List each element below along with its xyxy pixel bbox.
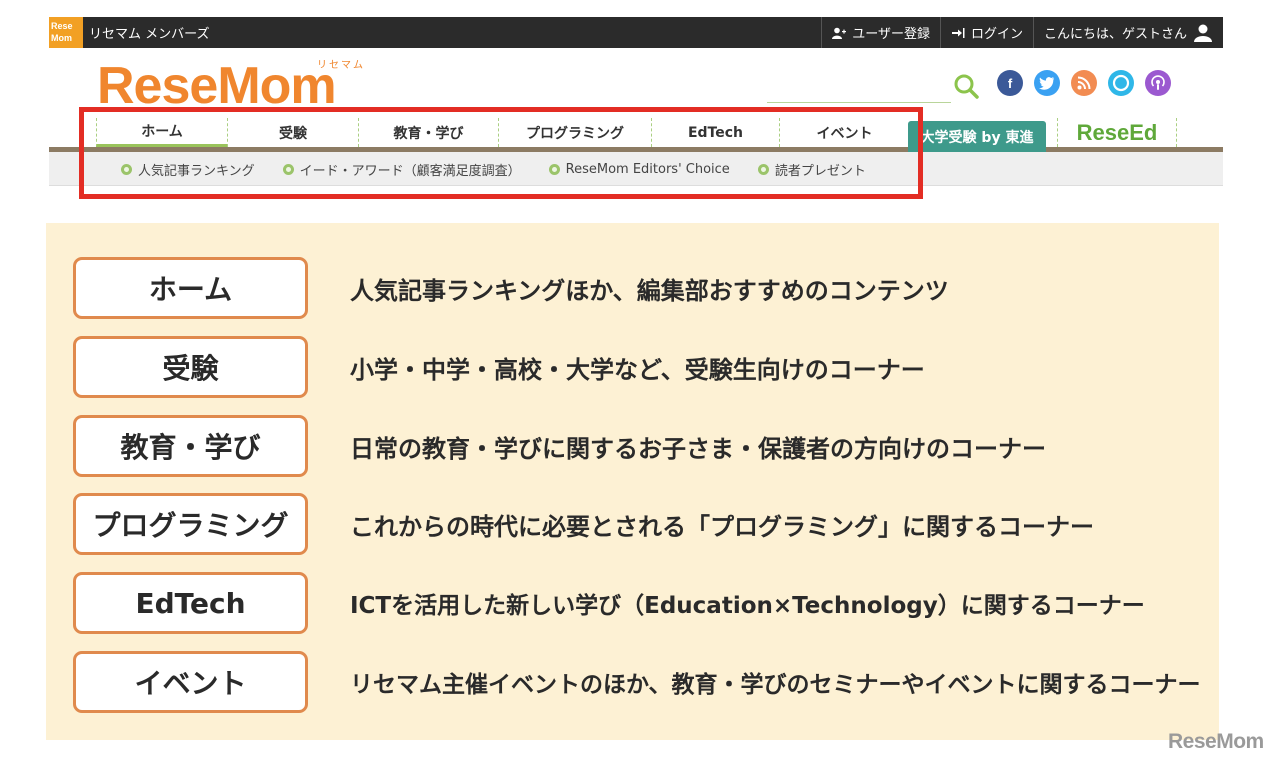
login-icon xyxy=(951,27,965,38)
desc-education: 日常の教育・学びに関するお子さま・保護者の方向けのコーナー xyxy=(350,434,1046,463)
user-avatar-icon xyxy=(1194,24,1212,42)
login-link[interactable]: ログイン xyxy=(939,17,1033,48)
label-exam: 受験 xyxy=(73,336,308,398)
nav-reseed-logo[interactable]: ReseEd xyxy=(1057,118,1177,147)
register-label: ユーザー登録 xyxy=(852,27,930,42)
search-input[interactable] xyxy=(767,102,951,103)
alexa-icon[interactable] xyxy=(1108,70,1134,96)
desc-programming: これからの時代に必要とされる「プログラミング」に関するコーナー xyxy=(350,512,1094,541)
register-link[interactable]: ユーザー登録 xyxy=(821,17,940,48)
desc-event: リセマム主催イベントのほか、教育・学びのセミナーやイベントに関するコーナー xyxy=(350,672,1201,698)
desc-exam: 小学・中学・高校・大学など、受験生向けのコーナー xyxy=(350,355,925,384)
label-programming: プログラミング xyxy=(73,493,308,555)
rss-icon[interactable] xyxy=(1071,70,1097,96)
guest-greeting[interactable]: こんにちは、ゲストさん xyxy=(1032,17,1223,48)
members-site-name[interactable]: リセマム メンバーズ xyxy=(89,23,209,42)
desc-edtech: ICTを活用した新しい学び（Education×Technology）に関するコ… xyxy=(350,593,1145,619)
greeting-text: こんにちは、ゲストさん xyxy=(1043,27,1187,42)
members-logo[interactable]: Rese Mom xyxy=(49,17,83,48)
member-bar: Rese Mom リセマム メンバーズ ユーザー登録 ログイン こんにちは、ゲス… xyxy=(49,17,1223,48)
search-icon[interactable] xyxy=(953,73,979,99)
desc-home: 人気記事ランキングほか、編集部おすすめのコンテンツ xyxy=(350,276,949,305)
label-home: ホーム xyxy=(73,257,308,319)
resemom-watermark: ReseMom xyxy=(1168,730,1264,753)
nav-explanation-panel: ホーム 人気記事ランキングほか、編集部おすすめのコンテンツ 受験 小学・中学・高… xyxy=(46,223,1219,740)
social-links: f xyxy=(997,70,1171,96)
logo-kana: リセマム xyxy=(317,60,365,71)
twitter-icon[interactable] xyxy=(1034,70,1060,96)
podcast-icon[interactable] xyxy=(1145,70,1171,96)
user-add-icon xyxy=(832,27,847,39)
nav-university-exam-toshin[interactable]: 大学受験 by 東進 xyxy=(908,121,1046,152)
login-label: ログイン xyxy=(970,27,1023,42)
label-edtech: EdTech xyxy=(73,572,308,634)
label-event: イベント xyxy=(73,651,308,713)
facebook-icon[interactable]: f xyxy=(997,70,1023,96)
label-education: 教育・学び xyxy=(73,415,308,477)
highlight-frame xyxy=(79,107,923,199)
